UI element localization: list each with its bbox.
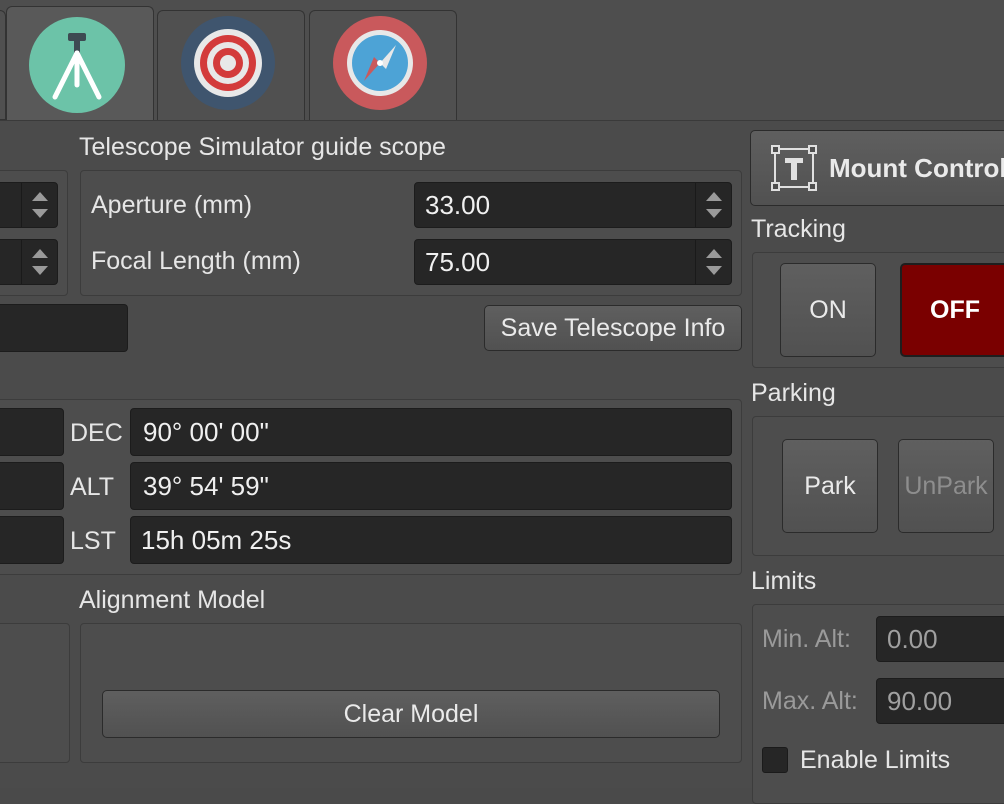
clear-model-label: Clear Model <box>343 699 479 728</box>
aperture-input[interactable]: 33.00 <box>414 182 732 228</box>
min-alt-value: 0.00 <box>887 623 938 654</box>
tab-guide[interactable] <box>157 10 305 120</box>
tracking-on-label: ON <box>809 295 847 324</box>
focal-length-spinner[interactable] <box>695 240 731 284</box>
save-telescope-info-button[interactable]: Save Telescope Info <box>484 305 742 351</box>
clear-model-button[interactable]: Clear Model <box>102 690 720 738</box>
park-button[interactable]: Park <box>782 439 878 533</box>
dec-value-text: 90° 00' 00" <box>143 416 269 447</box>
lst-value-text: 15h 05m 25s <box>141 524 292 555</box>
spinner[interactable] <box>21 240 57 284</box>
spinner[interactable] <box>21 183 57 227</box>
ha-value-partial <box>0 516 64 564</box>
dec-label: DEC <box>70 419 123 447</box>
tracking-title: Tracking <box>751 215 846 243</box>
mount-control-button[interactable]: Mount Control <box>750 130 1004 206</box>
max-alt-value: 90.00 <box>887 685 953 716</box>
focal-length-value: 75.00 <box>425 246 491 277</box>
min-alt-label: Min. Alt: <box>762 625 851 653</box>
dec-value: 90° 00' 00" <box>130 408 732 456</box>
tracking-off-button[interactable]: OFF <box>900 263 1004 357</box>
limits-title: Limits <box>751 567 817 595</box>
unpark-label: UnPark <box>904 471 988 500</box>
focal-length-label: Focal Length (mm) <box>91 247 301 275</box>
telescope-section-title: Telescope Simulator guide scope <box>79 133 446 161</box>
compass-icon <box>333 16 427 110</box>
mount-control-label: Mount Control <box>829 152 1004 183</box>
save-telescope-info-label: Save Telescope Info <box>500 313 726 342</box>
tracking-on-button[interactable]: ON <box>780 263 876 357</box>
alt-value-text: 39° 54' 59" <box>143 470 269 501</box>
lst-value: 15h 05m 25s <box>130 516 732 564</box>
enable-limits-checkbox[interactable] <box>762 747 788 773</box>
parking-title: Parking <box>751 379 836 407</box>
park-label: Park <box>804 471 856 500</box>
tab-align[interactable] <box>309 10 457 120</box>
az-value-partial <box>0 462 64 510</box>
tab-mount[interactable] <box>6 6 154 124</box>
aperture-label: Aperture (mm) <box>91 191 253 219</box>
ra-value-partial <box>0 408 64 456</box>
lst-label: LST <box>70 527 116 555</box>
enable-limits-label[interactable]: Enable Limits <box>800 746 950 775</box>
max-alt-label: Max. Alt: <box>762 687 858 715</box>
alt-value: 39° 54' 59" <box>130 462 732 510</box>
min-alt-input[interactable]: 0.00 <box>876 616 1004 662</box>
focal-length-input[interactable]: 75.00 <box>414 239 732 285</box>
left-partial-field-1[interactable] <box>0 182 58 228</box>
left-partial-group-bottom <box>0 623 70 763</box>
aperture-value: 33.00 <box>425 189 491 220</box>
left-partial-field-2[interactable] <box>0 239 58 285</box>
aperture-spinner[interactable] <box>695 183 731 227</box>
left-partial-field-3[interactable] <box>0 304 128 352</box>
tracking-off-label: OFF <box>930 295 980 324</box>
max-alt-input[interactable]: 90.00 <box>876 678 1004 724</box>
tripod-icon <box>29 17 125 113</box>
unpark-button[interactable]: UnPark <box>898 439 994 533</box>
tab-bar <box>0 0 1004 124</box>
alt-label: ALT <box>70 473 114 501</box>
mount-control-icon <box>771 145 817 191</box>
target-icon <box>181 16 275 110</box>
alignment-model-title: Alignment Model <box>79 586 266 614</box>
